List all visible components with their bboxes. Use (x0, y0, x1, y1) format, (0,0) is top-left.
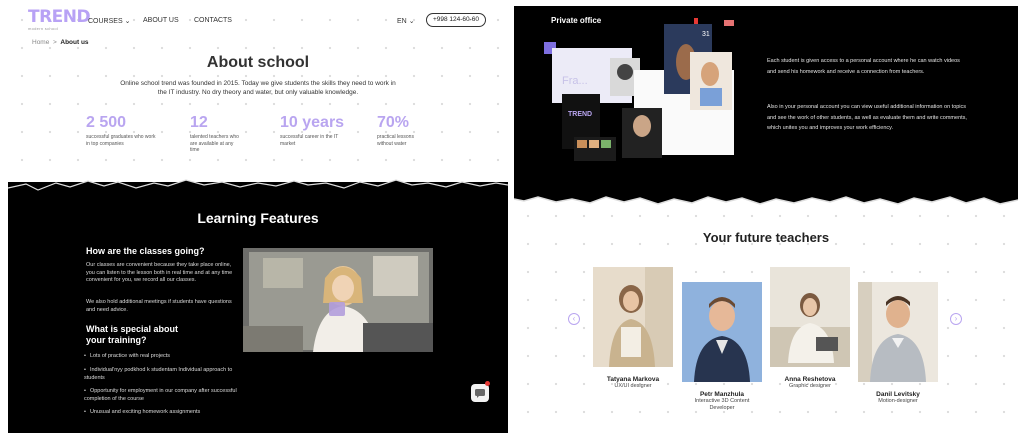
teacher-card[interactable]: Petr Manzhula Interactive 3D Content Dev… (682, 282, 762, 412)
feature-bullet: Lots of practice with real projects (84, 353, 239, 361)
nav-courses-label: COURSES (88, 18, 123, 25)
carousel-next-button[interactable]: › (950, 313, 962, 325)
teacher-role: UX/UI designer (614, 383, 652, 389)
stat-years: 10 years successful career in the IT mar… (280, 114, 345, 147)
stat-description: successful graduates who work in top com… (86, 134, 156, 147)
teacher-role: Motion-designer (878, 398, 918, 404)
teacher-card[interactable]: Tatyana Markova UX/UI designer (593, 267, 673, 390)
breadcrumb-current: About us (60, 39, 89, 46)
carousel-prev-button[interactable]: ‹ (568, 313, 580, 325)
teacher-photo (858, 282, 938, 382)
about-school-text: Online school trend was founded in 2015.… (120, 80, 396, 96)
breadcrumb-separator: > (52, 39, 57, 46)
teacher-photo (682, 282, 762, 382)
stat-teachers: 12 talented teachers who are available a… (190, 114, 240, 154)
teachers-title: Your future teachers (702, 230, 830, 245)
about-school-title: About school (206, 54, 310, 71)
breadcrumb-home[interactable]: Home (32, 39, 49, 46)
phone-button[interactable]: +998 124-60-60 (426, 13, 486, 27)
chevron-down-icon: ⌄ (124, 18, 131, 25)
teacher-role: Graphic designer (789, 383, 831, 389)
private-office-collage: Fra... TREND 31 (544, 18, 734, 161)
about-page-panel: TREND modern school COURSES ⌄ ABOUT US C… (8, 6, 508, 433)
feature-bullet: Opportunity for employment in our compan… (84, 388, 239, 403)
teacher-name: Petr Manzhula (699, 391, 745, 398)
student-learning-photo (243, 248, 433, 352)
stat-graduates: 2 500 successful graduates who work in t… (86, 114, 158, 147)
collage-calendar: 31 (702, 31, 710, 38)
teacher-name: Tatyana Markova (606, 376, 660, 383)
stat-description: talented teachers who are available at a… (190, 134, 239, 153)
notification-dot (485, 381, 490, 386)
private-office-paragraph-2: Also in your personal account you can vi… (767, 104, 967, 131)
top-navbar: TREND modern school COURSES ⌄ ABOUT US C… (8, 6, 508, 36)
stat-number: 12 (190, 114, 208, 131)
chevron-right-icon: › (954, 314, 958, 323)
stat-number: 70% (377, 114, 410, 131)
breadcrumb: Home > About us (32, 39, 89, 46)
language-selector[interactable]: EN ⌄ (397, 17, 415, 25)
logo-text: TREND (28, 7, 91, 27)
collage-text: Fra... (562, 75, 588, 87)
learning-features-title: Learning Features (197, 210, 319, 226)
language-label: EN (397, 18, 407, 25)
nav-about-us[interactable]: ABOUT US (143, 17, 179, 24)
torn-paper-edge (514, 188, 1018, 205)
collage-logo: TREND (568, 111, 592, 118)
teacher-card[interactable]: Anna Reshetova Graphic designer (770, 267, 850, 390)
chat-icon (475, 389, 485, 398)
classes-heading: How are the classes going? (86, 246, 205, 256)
office-teachers-panel: Private office Fra... TREND 31 Each stud… (514, 6, 1018, 433)
chevron-left-icon: ‹ (572, 314, 576, 323)
feature-bullet: Unusual and exciting homework assignment… (84, 409, 239, 417)
special-heading-line-2: your training? (86, 335, 147, 345)
teacher-photo (593, 267, 673, 367)
special-heading-line-1: What is special about (86, 324, 179, 334)
stat-description: practical lessons without water (377, 134, 414, 147)
chevron-down-icon: ⌄ (408, 18, 415, 25)
classes-paragraph-2: We also hold additional meetings if stud… (86, 299, 232, 313)
torn-paper-edge (8, 179, 508, 196)
stat-number: 10 years (280, 114, 345, 131)
stat-number: 2 500 (86, 114, 127, 131)
private-office-paragraph-1: Each student is given access to a person… (767, 58, 960, 75)
nav-courses[interactable]: COURSES ⌄ (88, 17, 130, 25)
nav-contacts[interactable]: CONTACTS (194, 17, 232, 24)
chat-button[interactable] (471, 384, 489, 402)
teacher-role: Interactive 3D Content Developer (694, 398, 750, 411)
stat-description: successful career in the IT market (280, 134, 339, 147)
stat-practical: 70% practical lessons without water (377, 114, 427, 147)
classes-paragraph-1: Our classes are convenient because they … (86, 262, 233, 283)
teacher-card[interactable]: Danil Levitsky Motion-designer (858, 282, 938, 405)
logo[interactable]: TREND modern school (28, 7, 91, 31)
teacher-name: Anna Reshetova (784, 376, 836, 383)
teacher-name: Danil Levitsky (876, 391, 920, 398)
feature-bullet: Individual'nyy podkhod k studentam Indiv… (84, 367, 239, 382)
teacher-photo (770, 267, 850, 367)
